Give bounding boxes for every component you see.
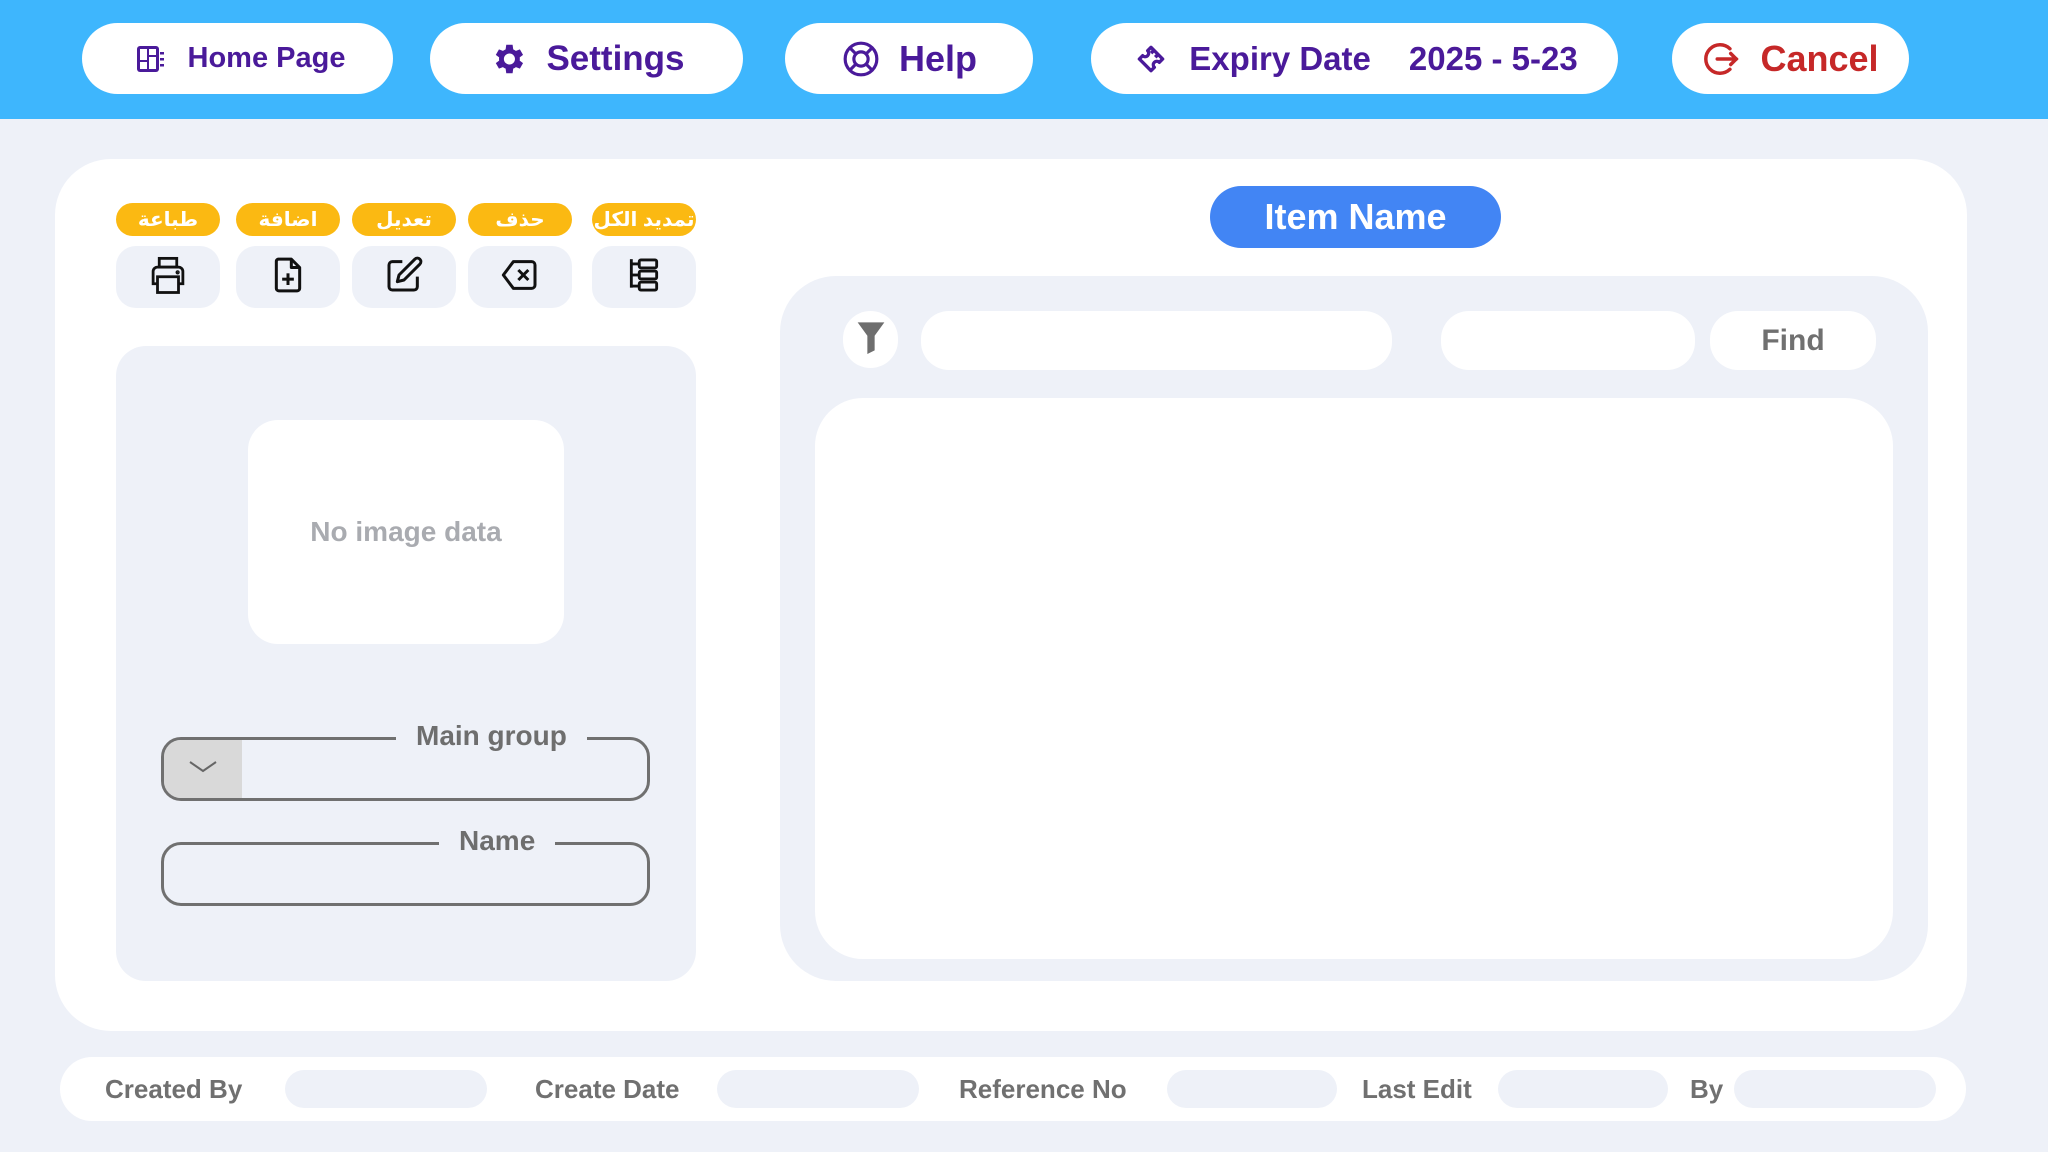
results-grid[interactable] <box>815 398 1893 959</box>
main-group-dropdown-toggle[interactable] <box>164 740 242 798</box>
add-action: اضافة <box>236 203 340 308</box>
created-by-value <box>285 1070 487 1108</box>
by-label: By <box>1690 1073 1724 1104</box>
delete-icon <box>500 255 540 300</box>
home-page-button[interactable]: Home Page <box>82 23 393 94</box>
expand-all-button[interactable] <box>592 246 696 308</box>
printer-icon <box>147 254 189 301</box>
item-details-panel: No image data Main group Name <box>116 346 696 981</box>
add-button[interactable] <box>236 246 340 308</box>
audit-footer: Created By Create Date Reference No Last… <box>60 1057 1966 1121</box>
reference-no-value <box>1167 1070 1337 1108</box>
filter-icon <box>856 320 886 359</box>
expand-all-tag: تمديد الكل <box>592 203 696 236</box>
search-secondary-input[interactable] <box>1441 311 1695 370</box>
expand-all-action: تمديد الكل <box>592 203 696 308</box>
edit-action: تعديل <box>352 203 456 308</box>
create-date-value <box>717 1070 919 1108</box>
last-edit-value <box>1498 1070 1668 1108</box>
settings-button[interactable]: Settings <box>430 23 743 94</box>
edit-button[interactable] <box>352 246 456 308</box>
print-button[interactable] <box>116 246 220 308</box>
dashboard-icon <box>130 39 170 79</box>
cancel-button[interactable]: Cancel <box>1672 23 1909 94</box>
filter-button[interactable] <box>843 311 898 368</box>
exit-icon <box>1702 39 1742 79</box>
main-group-label: Main group <box>396 718 587 754</box>
create-date-label: Create Date <box>535 1073 680 1104</box>
edit-tag: تعديل <box>352 203 456 236</box>
chevron-down-icon <box>188 759 218 780</box>
search-panel: Find <box>780 276 1928 981</box>
add-tag: اضافة <box>236 203 340 236</box>
file-add-icon <box>268 255 308 300</box>
search-input[interactable] <box>921 311 1392 370</box>
lifebuoy-icon <box>841 39 881 79</box>
settings-label: Settings <box>546 38 685 78</box>
expiry-date-label: Expiry Date <box>1189 39 1371 77</box>
created-by-label: Created By <box>105 1073 243 1104</box>
delete-tag: حذف <box>468 203 572 236</box>
expiry-date-value: 2025 - 5-23 <box>1408 39 1578 77</box>
cancel-label: Cancel <box>1760 37 1879 79</box>
name-field[interactable]: Name <box>161 823 650 906</box>
top-bar: Home Page Settings Help Expiry Date 2025… <box>0 0 2048 119</box>
delete-action: حذف <box>468 203 572 308</box>
tree-list-icon <box>625 256 663 299</box>
print-action: طباعة <box>116 203 220 308</box>
item-name-title: Item Name <box>1210 186 1501 248</box>
item-image-placeholder[interactable]: No image data <box>248 420 564 644</box>
ticket-icon <box>1131 39 1171 79</box>
delete-button[interactable] <box>468 246 572 308</box>
name-label: Name <box>439 823 556 859</box>
home-page-label: Home Page <box>187 42 346 74</box>
gear-icon <box>488 39 528 79</box>
expiry-date-button[interactable]: Expiry Date 2025 - 5-23 <box>1091 23 1618 94</box>
main-group-select[interactable]: Main group <box>161 718 650 801</box>
help-button[interactable]: Help <box>785 23 1033 94</box>
last-edit-label: Last Edit <box>1362 1073 1472 1104</box>
find-button[interactable]: Find <box>1710 311 1876 370</box>
reference-no-label: Reference No <box>959 1073 1127 1104</box>
print-tag: طباعة <box>116 203 220 236</box>
edit-icon <box>384 255 424 300</box>
help-label: Help <box>898 37 977 79</box>
by-value <box>1734 1070 1936 1108</box>
